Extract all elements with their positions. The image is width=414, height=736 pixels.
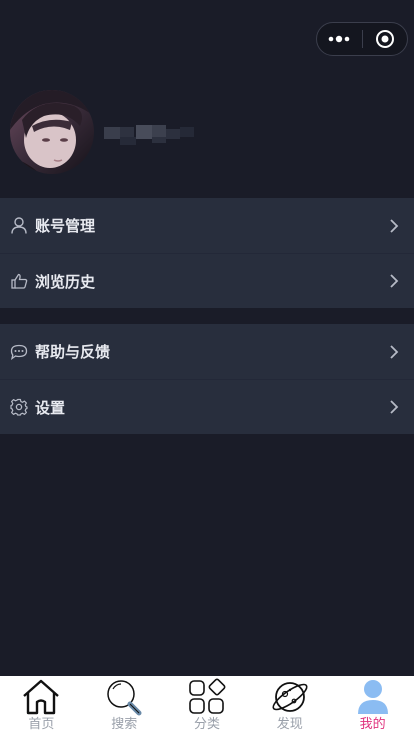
menu-group-support: 帮助与反馈 设置 [0, 324, 414, 434]
menu-item-label: 设置 [35, 398, 66, 417]
chevron-right-icon [390, 344, 399, 359]
tab-home[interactable]: 首页 [0, 676, 83, 736]
menu-item-settings[interactable]: 设置 [0, 379, 414, 434]
tab-label: 首页 [28, 717, 55, 732]
pixelated-username [104, 125, 194, 145]
tab-label: 我的 [359, 717, 386, 732]
tab-label: 发现 [276, 717, 303, 732]
user-icon [10, 217, 28, 235]
tab-search[interactable]: 搜索 [83, 676, 166, 736]
tab-label: 搜索 [111, 717, 138, 732]
person-icon [357, 680, 388, 714]
category-icon [189, 678, 226, 714]
search-icon [107, 680, 142, 716]
chevron-right-icon [390, 400, 399, 414]
gear-icon [10, 398, 28, 416]
chat-bubble-icon [10, 343, 28, 361]
menu-item-help-feedback[interactable]: 帮助与反馈 [0, 324, 414, 379]
tab-category[interactable]: 分类 [166, 676, 249, 736]
target-icon [375, 30, 394, 48]
tab-discover[interactable]: 发现 [248, 676, 331, 736]
menu-item-label: 帮助与反馈 [35, 343, 111, 361]
avatar-photo [10, 90, 94, 174]
chevron-right-icon [390, 274, 399, 288]
miniprogram-capsule [316, 22, 408, 56]
tab-mine[interactable]: 我的 [331, 676, 414, 736]
menu-item-browsing-history[interactable]: 浏览历史 [0, 253, 414, 308]
menu-group-account: 账号管理 浏览历史 [0, 198, 414, 308]
chevron-right-icon [390, 218, 399, 233]
nickname-redacted [100, 115, 196, 149]
more-dots-icon [328, 35, 350, 43]
home-icon [23, 679, 60, 715]
menu-item-label: 浏览历史 [35, 272, 96, 291]
close-miniprogram-button[interactable] [363, 23, 408, 55]
bottom-tab-bar: 首页 搜索 分类 发现 我的 [0, 676, 414, 736]
menu-item-account-management[interactable]: 账号管理 [0, 198, 414, 253]
tab-label: 分类 [193, 717, 220, 732]
thumbs-up-icon [10, 272, 28, 290]
menu-item-label: 账号管理 [35, 217, 96, 235]
planet-icon [272, 682, 308, 712]
more-options-button[interactable] [317, 23, 362, 55]
avatar[interactable] [10, 90, 94, 174]
profile-header [10, 90, 196, 174]
